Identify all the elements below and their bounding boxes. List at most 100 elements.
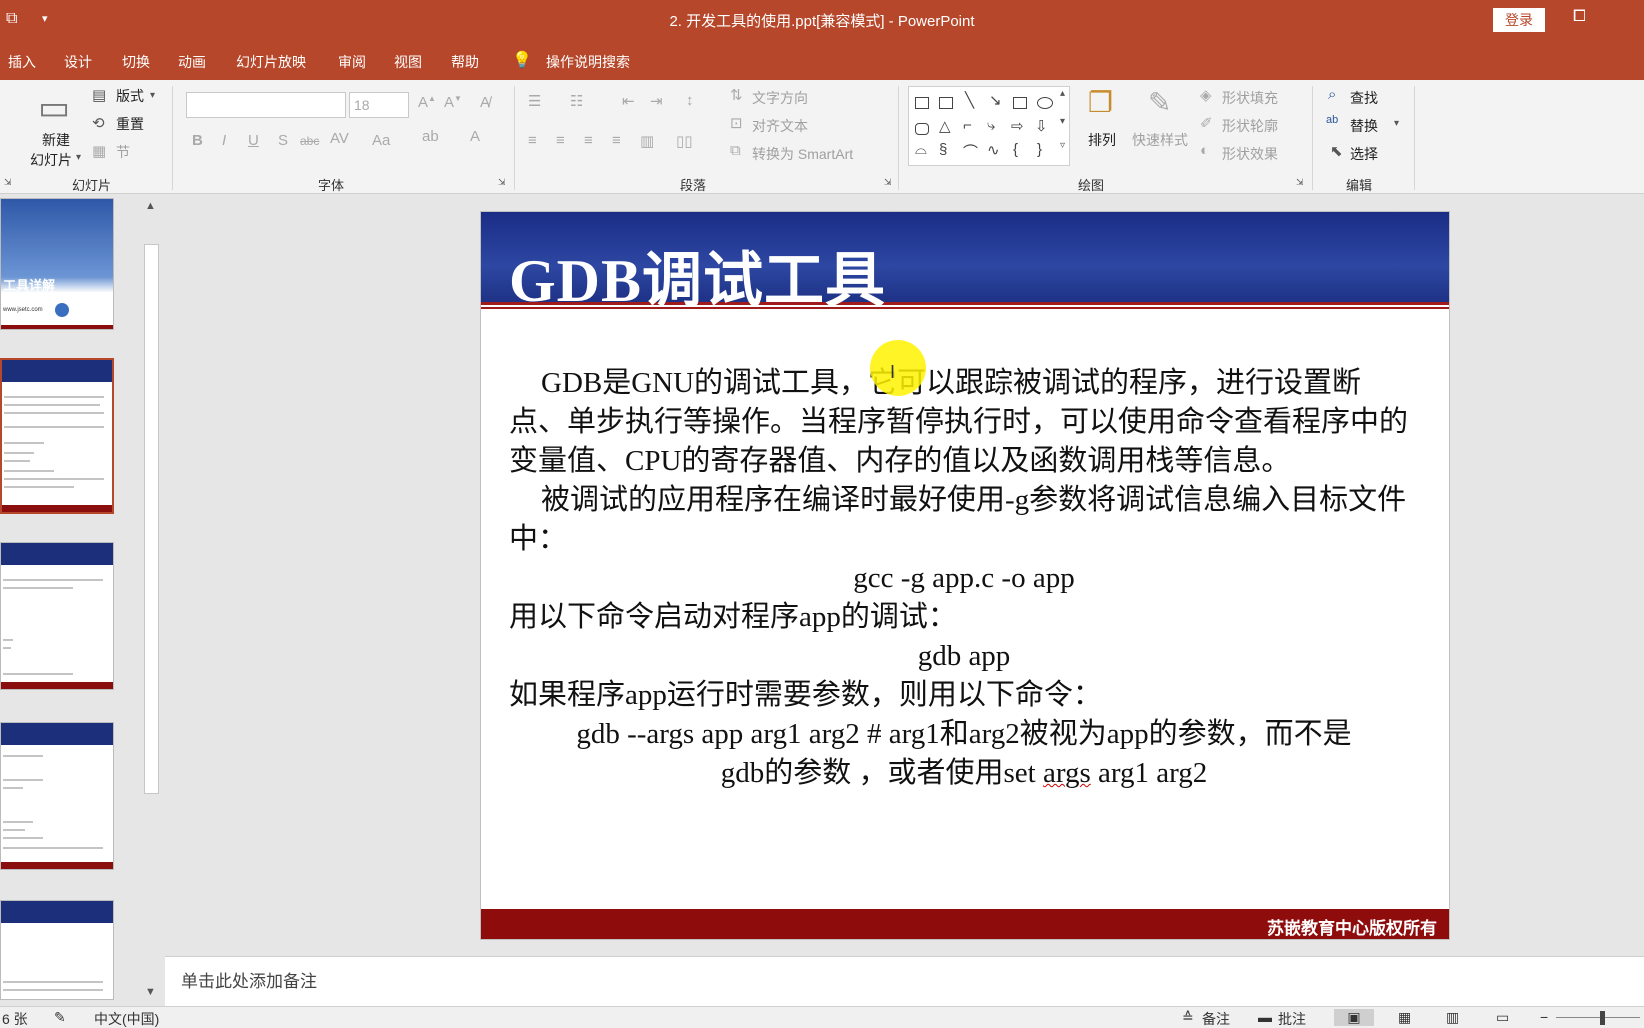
font-color-icon[interactable]: A <box>470 128 480 145</box>
tab-slideshow[interactable]: 幻灯片放映 <box>236 52 306 72</box>
strikethrough-icon[interactable]: abc <box>300 134 319 148</box>
textbox-shape-icon[interactable] <box>915 97 929 109</box>
slide-body-textbox[interactable]: GDB是GNU的调试工具，它可以跟踪被调试的程序，进行设置断点、单步执行等操作。… <box>509 364 1419 793</box>
slide-thumbnail-2[interactable] <box>0 358 114 514</box>
shapes-gallery[interactable]: ╲ ↘ △ ⌐ ⤷ ⇨ ⇩ ⌓ § ⌒ ∿ { } <box>908 86 1070 166</box>
scroll-down-icon[interactable]: ▼ <box>145 986 156 998</box>
character-spacing-icon[interactable]: AV <box>330 130 349 147</box>
new-slide-dropdown[interactable]: 幻灯片 <box>30 150 72 170</box>
slide-sorter-icon[interactable]: ▦ <box>1398 1009 1411 1026</box>
line-spacing-icon[interactable]: ↕ <box>686 92 694 109</box>
slide-title[interactable]: GDB调试工具 <box>509 232 886 319</box>
notes-pane[interactable]: 单击此处添加备注 <box>165 956 1644 1006</box>
grow-font-icon[interactable]: A▲ <box>418 94 436 111</box>
ribbon-display-options-icon[interactable]: ⧠ <box>1573 8 1586 26</box>
elbow-connector-icon[interactable]: ⌐ <box>963 117 972 134</box>
arrow-line-shape-icon[interactable]: ↘ <box>989 91 1002 109</box>
left-brace-shape-icon[interactable]: { <box>1013 141 1018 158</box>
arc-shape-icon[interactable]: ⌒ <box>963 141 978 162</box>
slide-thumbnail-5[interactable] <box>0 900 114 1000</box>
gallery-up-icon[interactable]: ▴ <box>1060 88 1065 99</box>
quick-styles-button[interactable]: 快速样式 <box>1132 130 1188 150</box>
oval-shape-icon[interactable] <box>1037 97 1053 109</box>
reset-button[interactable]: 重置 <box>116 114 144 134</box>
spellcheck-icon[interactable]: ✎ <box>54 1009 66 1026</box>
arrange-button[interactable]: 排列 <box>1088 130 1116 150</box>
find-button[interactable]: 查找 <box>1350 88 1378 108</box>
language-indicator[interactable]: 中文(中国) <box>94 1009 159 1028</box>
right-arrow-shape-icon[interactable]: ⇨ <box>1011 117 1024 135</box>
shape-fill-button[interactable]: 形状填充 <box>1222 88 1278 108</box>
tell-me-search[interactable]: 操作说明搜索 <box>546 52 630 72</box>
tab-design[interactable]: 设计 <box>64 52 92 72</box>
tab-review[interactable]: 审阅 <box>338 52 366 72</box>
tab-view[interactable]: 视图 <box>394 52 422 72</box>
new-slide-button[interactable]: 新建 <box>42 130 70 150</box>
tab-help[interactable]: 帮助 <box>451 52 479 72</box>
dialog-launcher-icon[interactable]: ⇲ <box>4 177 12 188</box>
italic-icon[interactable]: I <box>222 132 226 149</box>
select-button[interactable]: 选择 <box>1350 144 1378 164</box>
layout-button[interactable]: 版式 <box>116 86 144 106</box>
align-text-button[interactable]: 对齐文本 <box>752 116 808 136</box>
increase-indent-icon[interactable]: ⇥ <box>650 92 663 110</box>
convert-smartart-button[interactable]: 转换为 SmartArt <box>752 144 853 164</box>
gallery-more-icon[interactable]: ▿ <box>1060 140 1065 151</box>
normal-view-icon[interactable]: ▣ <box>1334 1009 1374 1026</box>
right-brace-shape-icon[interactable]: } <box>1037 141 1042 158</box>
replace-button[interactable]: 替换 <box>1350 116 1378 136</box>
shape-outline-button[interactable]: 形状轮廓 <box>1222 116 1278 136</box>
justify-icon[interactable]: ≡ <box>612 132 621 149</box>
elbow-arrow-connector-icon[interactable]: ⤷ <box>987 117 995 134</box>
thumbnail-scroll-thumb[interactable] <box>144 244 159 794</box>
curve-shape-icon[interactable]: ∿ <box>987 141 1000 159</box>
scroll-up-icon[interactable]: ▲ <box>145 200 156 212</box>
zoom-out-icon[interactable]: − <box>1540 1009 1548 1025</box>
vertical-textbox-shape-icon[interactable] <box>939 97 953 109</box>
slide-thumbnail-4[interactable] <box>0 722 114 870</box>
zoom-slider-handle[interactable] <box>1600 1011 1605 1025</box>
align-right-icon[interactable]: ≡ <box>584 132 593 149</box>
rectangle-shape-icon[interactable] <box>1013 97 1027 109</box>
decrease-indent-icon[interactable]: ⇤ <box>622 92 635 110</box>
align-center-icon[interactable]: ≡ <box>556 132 565 149</box>
section-button[interactable]: 节 <box>116 142 130 162</box>
dialog-launcher-icon[interactable]: ⇲ <box>884 177 892 188</box>
font-name-input[interactable] <box>186 92 346 118</box>
freeform-shape-icon[interactable]: ⌓ <box>915 141 927 158</box>
columns-icon[interactable]: ▯▯ <box>676 132 693 150</box>
distributed-icon[interactable]: ▥ <box>640 132 654 150</box>
change-case-icon[interactable]: Aa <box>372 132 390 149</box>
scribble-shape-icon[interactable]: § <box>939 141 947 158</box>
zoom-slider[interactable] <box>1556 1017 1640 1018</box>
shadow-icon[interactable]: S <box>278 132 288 149</box>
notes-toggle-button[interactable]: 备注 <box>1202 1009 1230 1028</box>
shrink-font-icon[interactable]: A▼ <box>444 94 462 111</box>
highlight-icon[interactable]: ab <box>422 128 439 145</box>
tab-transitions[interactable]: 切换 <box>122 52 150 72</box>
text-direction-button[interactable]: 文字方向 <box>752 88 808 108</box>
login-button[interactable]: 登录 <box>1493 8 1545 32</box>
underline-icon[interactable]: U <box>248 132 259 149</box>
rounded-rect-shape-icon[interactable] <box>915 123 929 135</box>
align-left-icon[interactable]: ≡ <box>528 132 537 149</box>
tab-animations[interactable]: 动画 <box>178 52 206 72</box>
dialog-launcher-icon[interactable]: ⇲ <box>498 177 506 188</box>
comments-button[interactable]: 批注 <box>1278 1009 1306 1028</box>
down-arrow-shape-icon[interactable]: ⇩ <box>1035 117 1048 135</box>
shape-effects-button[interactable]: 形状效果 <box>1222 144 1278 164</box>
clear-formatting-icon[interactable]: A̸ <box>480 94 490 111</box>
tab-insert[interactable]: 插入 <box>8 52 36 72</box>
bullets-icon[interactable]: ☰ <box>528 92 541 110</box>
dialog-launcher-icon[interactable]: ⇲ <box>1296 177 1304 188</box>
slide-canvas[interactable]: GDB调试工具 GDB是GNU的调试工具，它可以跟踪被调试的程序，进行设置断点、… <box>480 211 1450 940</box>
bold-icon[interactable]: B <box>192 132 203 149</box>
triangle-shape-icon[interactable]: △ <box>939 117 951 135</box>
reading-view-icon[interactable]: ▥ <box>1446 1009 1459 1026</box>
new-slide-icon[interactable]: ▭ <box>38 88 70 128</box>
slide-thumbnail-3[interactable] <box>0 542 114 690</box>
slideshow-view-icon[interactable]: ▭ <box>1496 1009 1509 1026</box>
font-size-input[interactable]: 18 <box>349 92 409 118</box>
numbering-icon[interactable]: ☷ <box>570 92 583 110</box>
line-shape-icon[interactable]: ╲ <box>965 91 974 109</box>
